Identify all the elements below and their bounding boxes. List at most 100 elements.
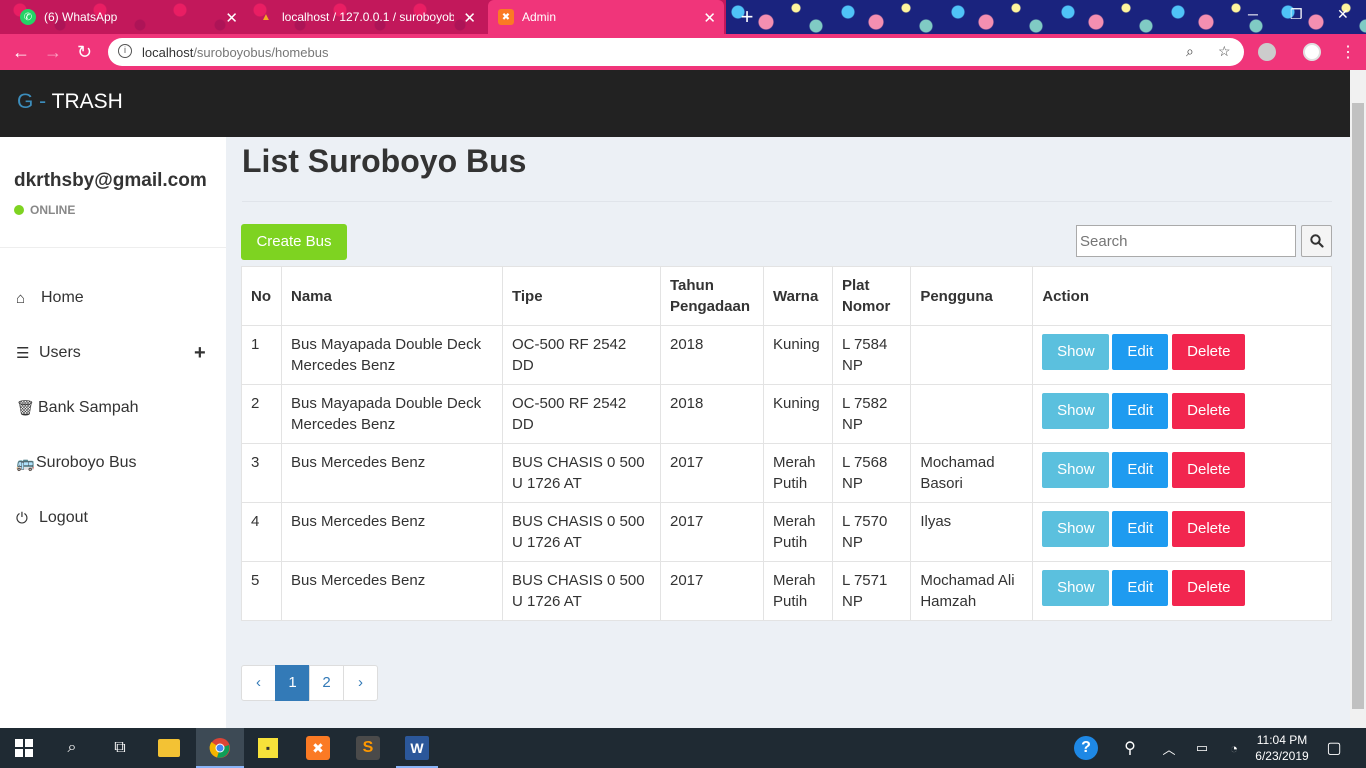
column-header: Nama: [281, 266, 503, 326]
pagination: ‹ 1 2 ›: [241, 665, 378, 701]
power-icon: ⏻: [16, 509, 28, 527]
browser-tab-phpmyadmin[interactable]: ▲ localhost / 127.0.0.1 / suroboyob ✕: [248, 0, 484, 34]
delete-button[interactable]: Delete: [1172, 511, 1246, 547]
cell-tahun: 2018: [660, 384, 764, 444]
cell-pengguna: Mochamad Basori: [910, 443, 1034, 503]
profile-avatar[interactable]: [1303, 43, 1321, 61]
trash-icon: 🗑: [16, 400, 36, 417]
cell-tipe: OC-500 RF 2542 DD: [502, 384, 661, 444]
column-header: Pengguna: [910, 266, 1034, 326]
cell-pengguna: [910, 325, 1034, 385]
tab-title: (6) WhatsApp: [44, 10, 118, 24]
brand-logo[interactable]: G - TRASH: [17, 90, 123, 114]
sidebar-item-bank-sampah[interactable]: 🗑 Bank Sampah: [16, 399, 139, 417]
chrome-menu-icon[interactable]: ⋮: [1340, 42, 1356, 62]
show-button[interactable]: Show: [1042, 511, 1110, 547]
pagination-next[interactable]: ›: [343, 665, 378, 701]
new-tab-button[interactable]: +: [734, 4, 760, 30]
cell-no: 5: [241, 561, 282, 621]
cell-no: 1: [241, 325, 282, 385]
close-window-icon[interactable]: ✕: [1337, 6, 1349, 23]
battery-icon[interactable]: ▭: [1190, 736, 1214, 760]
cell-plat: L 7582 NP: [831, 384, 912, 444]
sidebar-item-label: Logout: [39, 509, 88, 526]
windows-start-icon[interactable]: [12, 736, 36, 760]
cell-tipe: BUS CHASIS 0 500 U 1726 AT: [502, 502, 661, 562]
zoom-icon[interactable]: ⌕: [1186, 43, 1194, 60]
taskbar-search-icon[interactable]: ⌕: [60, 736, 84, 760]
sublime-text-icon[interactable]: S: [356, 736, 380, 760]
search-input[interactable]: [1076, 225, 1296, 257]
sidebar-item-home[interactable]: ⌂ Home: [16, 289, 84, 307]
search-button[interactable]: [1301, 225, 1332, 257]
edit-button[interactable]: Edit: [1112, 570, 1169, 606]
delete-button[interactable]: Delete: [1172, 334, 1246, 370]
people-icon[interactable]: ⚲: [1118, 736, 1142, 760]
close-tab-icon[interactable]: ✕: [463, 9, 476, 27]
info-icon[interactable]: i: [118, 44, 132, 58]
xampp-taskbar-icon[interactable]: ✖: [306, 736, 330, 760]
edit-button[interactable]: Edit: [1112, 393, 1169, 429]
help-icon[interactable]: ?: [1074, 736, 1098, 760]
wifi-icon[interactable]: ◔: [1222, 736, 1246, 760]
task-view-icon[interactable]: ⧉: [108, 736, 132, 760]
cell-no: 4: [241, 502, 282, 562]
browser-tab-whatsapp[interactable]: ✆ (6) WhatsApp ✕: [10, 0, 246, 34]
file-explorer-icon[interactable]: [158, 739, 180, 757]
table-row: 4 Bus Mercedes Benz BUS CHASIS 0 500 U 172…: [241, 502, 1332, 562]
word-icon[interactable]: W: [405, 736, 429, 760]
sidebar-item-logout[interactable]: ⏻ Logout: [16, 509, 88, 527]
scrollbar-thumb[interactable]: [1352, 103, 1364, 709]
create-bus-button[interactable]: Create Bus: [241, 224, 347, 260]
bookmark-star-icon[interactable]: ☆: [1218, 43, 1231, 60]
tab-title: localhost / 127.0.0.1 / suroboyob: [282, 10, 454, 24]
main-content: List Suroboyo Bus Create Bus No Nama Tip…: [226, 137, 1350, 728]
delete-button[interactable]: Delete: [1172, 570, 1246, 606]
browser-tab-admin[interactable]: ✖ Admin ✕: [488, 0, 724, 34]
sidebar: dkrthsby@gmail.com ONLINE ⌂ Home ☰ Users +…: [0, 137, 226, 728]
whatsapp-icon: ✆: [20, 9, 36, 25]
delete-button[interactable]: Delete: [1172, 393, 1246, 429]
address-bar[interactable]: i localhost/suroboyobus/homebus ⌕ ☆: [108, 38, 1244, 66]
chevron-up-icon[interactable]: ︿: [1157, 736, 1181, 760]
cell-no: 3: [241, 443, 282, 503]
forward-icon[interactable]: →: [44, 42, 62, 63]
pagination-page-2[interactable]: 2: [309, 665, 344, 701]
edit-button[interactable]: Edit: [1112, 334, 1169, 370]
close-tab-icon[interactable]: ✕: [225, 9, 238, 27]
expand-users-icon[interactable]: +: [194, 342, 206, 365]
pagination-prev[interactable]: ‹: [241, 665, 276, 701]
show-button[interactable]: Show: [1042, 334, 1110, 370]
restore-icon[interactable]: ❐: [1290, 6, 1303, 23]
cell-nama: Bus Mercedes Benz: [281, 443, 503, 503]
close-tab-icon[interactable]: ✕: [703, 9, 716, 27]
edit-button[interactable]: Edit: [1112, 452, 1169, 488]
edit-button[interactable]: Edit: [1112, 511, 1169, 547]
cell-pengguna: Mochamad Ali Hamzah: [910, 561, 1034, 621]
chrome-icon[interactable]: [208, 736, 232, 760]
notification-icon[interactable]: ▢: [1322, 736, 1346, 760]
pagination-page-1[interactable]: 1: [275, 665, 310, 701]
windows-taskbar: ⌕ ⧉ ▪ ✖ S W ? ⚲ ︿ ▭ ◔ 11:04 PM 6/23/2019…: [0, 728, 1366, 768]
reload-icon[interactable]: ↻: [77, 42, 92, 63]
page-scrollbar[interactable]: [1350, 70, 1366, 728]
system-clock[interactable]: 11:04 PM 6/23/2019: [1250, 732, 1314, 764]
delete-button[interactable]: Delete: [1172, 452, 1246, 488]
url-text: localhost/suroboyobus/homebus: [142, 45, 329, 60]
sidebar-item-suroboyo-bus[interactable]: 🚌 Suroboyo Bus: [16, 454, 137, 472]
show-button[interactable]: Show: [1042, 452, 1110, 488]
sticky-notes-icon[interactable]: ▪: [258, 738, 278, 758]
sidebar-item-users[interactable]: ☰ Users: [16, 344, 81, 362]
tab-title: Admin: [522, 10, 557, 24]
back-icon[interactable]: ←: [12, 42, 30, 63]
show-button[interactable]: Show: [1042, 570, 1110, 606]
show-button[interactable]: Show: [1042, 393, 1110, 429]
bus-table: No Nama Tipe Tahun Pengadaan Warna Plat …: [241, 266, 1332, 621]
sidebar-item-label: Bank Sampah: [38, 399, 139, 416]
minimize-icon[interactable]: ─: [1248, 6, 1258, 22]
column-header: Plat Nomor: [831, 266, 912, 326]
cell-plat: L 7584 NP: [831, 325, 912, 385]
column-header: Action: [1032, 266, 1332, 326]
extension-icon[interactable]: [1258, 43, 1276, 61]
browser-theme-background: [726, 0, 1366, 34]
